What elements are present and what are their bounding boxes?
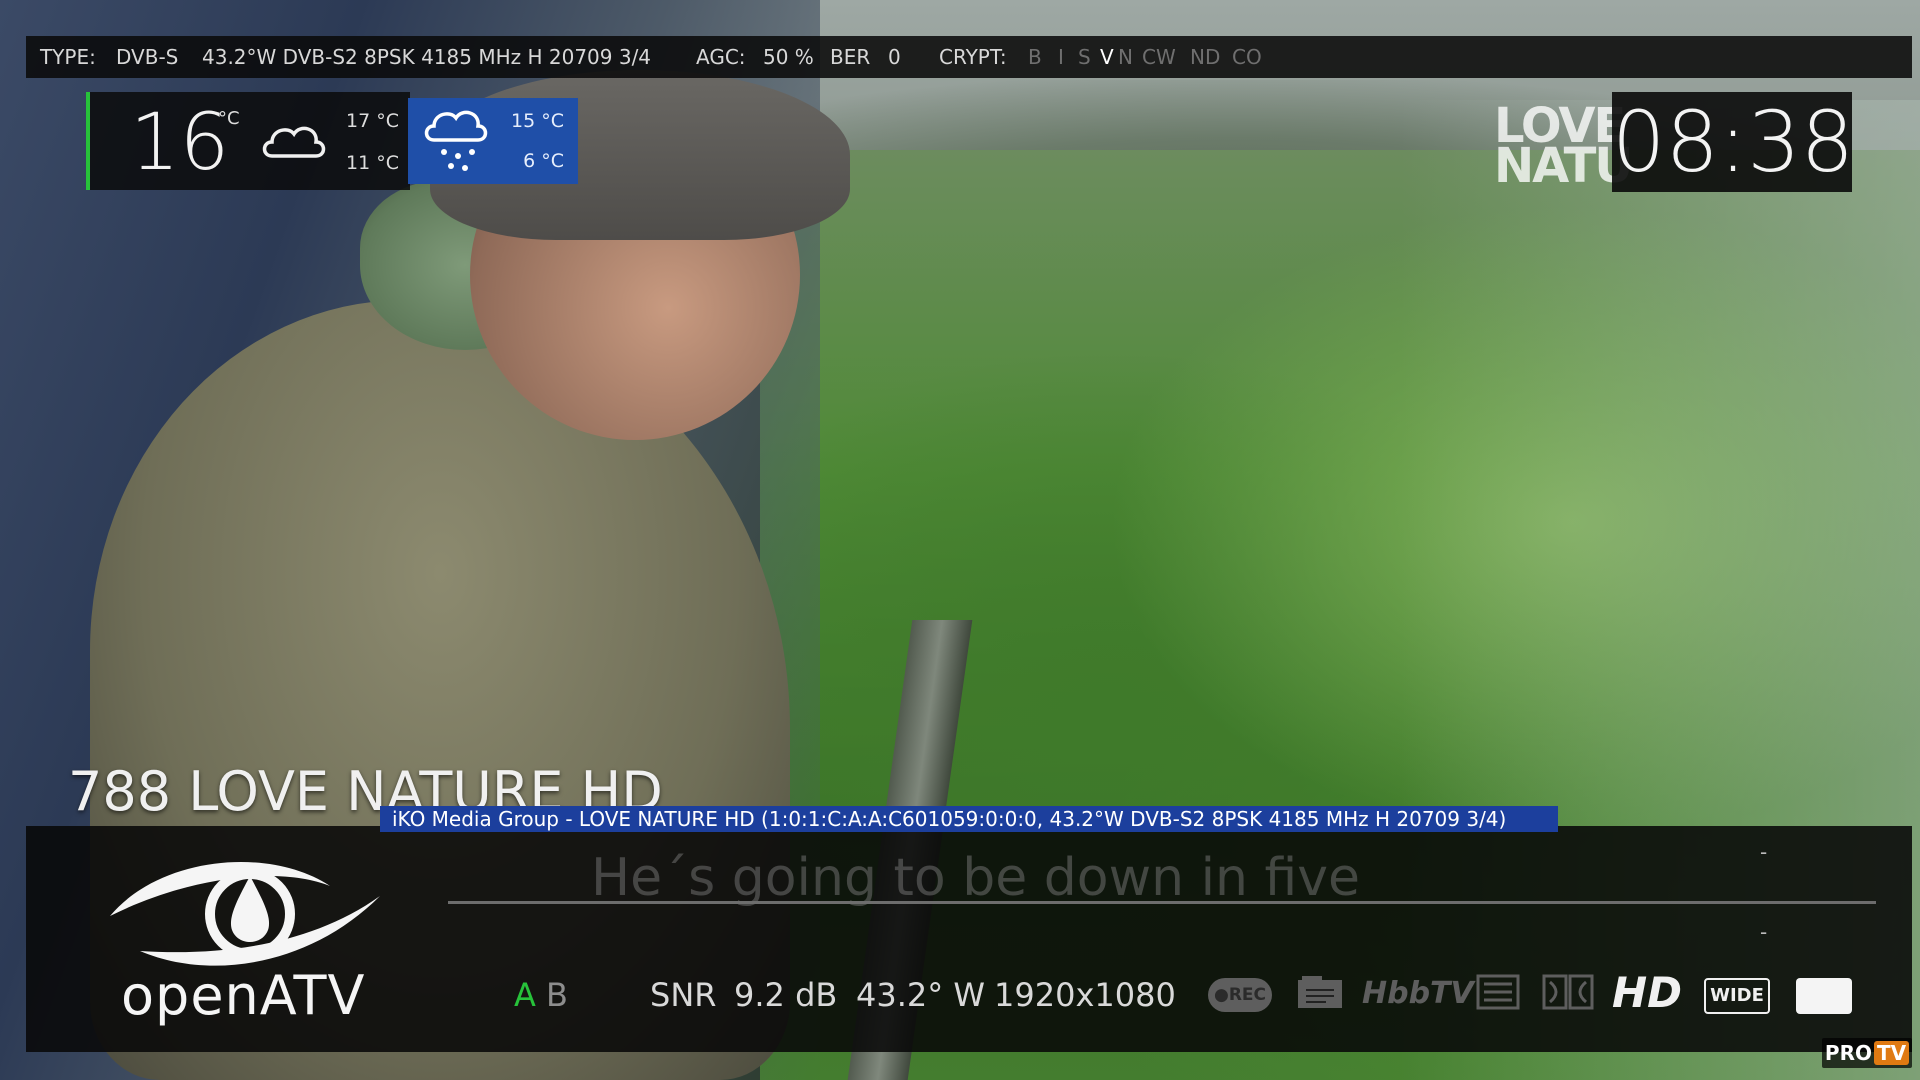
orbital-position: 43.2° W bbox=[856, 976, 986, 1014]
next-time-placeholder: - bbox=[1760, 920, 1768, 944]
agc-label: AGC: bbox=[696, 45, 746, 69]
watermark-pro: PRO bbox=[1824, 1041, 1872, 1065]
tuner-a-indicator: A bbox=[514, 976, 536, 1014]
snr-value: 9.2 dB bbox=[734, 976, 838, 1014]
program-progress-bar bbox=[448, 901, 1876, 904]
crypt-flag-v: V bbox=[1100, 45, 1114, 69]
transponder-info: 43.2°W DVB-S2 8PSK 4185 MHz H 20709 3/4 bbox=[202, 45, 652, 69]
today-low: 11 °C bbox=[346, 152, 399, 174]
teletext-icon bbox=[1476, 974, 1520, 1014]
snr-label: SNR bbox=[650, 976, 717, 1014]
channel-logo: LOVE NATU bbox=[1494, 98, 1633, 194]
ber-value: 0 bbox=[888, 45, 901, 69]
rec-icon: ●REC bbox=[1208, 978, 1272, 1012]
subtitle-icon bbox=[1796, 978, 1852, 1014]
hd-icon: HD bbox=[1612, 968, 1683, 1017]
current-program-title: He´s going to be down in five bbox=[591, 848, 1361, 908]
crypt-flag-s: S bbox=[1078, 45, 1091, 69]
weather-current: 16 °C 17 °C 11 °C bbox=[86, 92, 410, 190]
ber-label: BER bbox=[830, 45, 871, 69]
service-info-line: iKO Media Group - LOVE NATURE HD (1:0:1:… bbox=[380, 806, 1558, 832]
weather-forecast: 15 °C 6 °C bbox=[408, 98, 578, 184]
protv-watermark: PRO TV bbox=[1822, 1038, 1912, 1068]
video-resolution: 1920x1080 bbox=[994, 976, 1176, 1014]
crypt-flag-i: I bbox=[1058, 45, 1064, 69]
rain-cloud-icon bbox=[420, 106, 496, 180]
type-value: DVB-S bbox=[116, 45, 179, 69]
cloud-icon bbox=[258, 116, 330, 168]
temperature-unit: °C bbox=[218, 108, 240, 129]
type-label: TYPE: bbox=[40, 45, 96, 69]
tuner-info-bar: TYPE: DVB-S 43.2°W DVB-S2 8PSK 4185 MHz … bbox=[26, 36, 1912, 78]
infobar-panel: openATV He´s going to be down in five - … bbox=[26, 826, 1912, 1052]
watermark-tv: TV bbox=[1873, 1041, 1910, 1065]
dolby-icon bbox=[1542, 974, 1594, 1014]
current-temperature: 16 bbox=[130, 98, 230, 188]
crypt-flag-co: CO bbox=[1232, 45, 1262, 69]
crypt-flag-nd: ND bbox=[1190, 45, 1221, 69]
now-time-placeholder: - bbox=[1760, 840, 1768, 864]
crypt-flag-b: B bbox=[1028, 45, 1042, 69]
crypt-label: CRYPT: bbox=[939, 45, 1007, 69]
clock: 08:38 bbox=[1612, 92, 1855, 192]
tomorrow-high: 15 °C bbox=[511, 110, 564, 132]
hbbtv-icon: HbbTV bbox=[1362, 976, 1474, 1011]
tuner-b-indicator: B bbox=[546, 976, 568, 1014]
agc-value: 50 % bbox=[763, 45, 814, 69]
crypt-flag-n: N bbox=[1118, 45, 1133, 69]
today-high: 17 °C bbox=[346, 110, 399, 132]
tomorrow-low: 6 °C bbox=[523, 150, 564, 172]
openatv-eye-icon bbox=[100, 846, 390, 980]
widescreen-icon: WIDE bbox=[1704, 978, 1770, 1014]
crypt-flag-cw: CW bbox=[1142, 45, 1176, 69]
brand-name: openATV bbox=[121, 964, 366, 1027]
epg-icon bbox=[1296, 974, 1344, 1014]
